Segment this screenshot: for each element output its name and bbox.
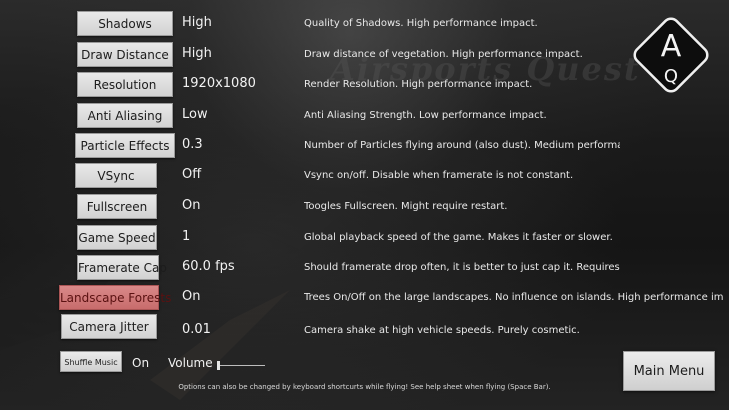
fullscreen-description: Toogles Fullscreen. Might require restar… <box>304 201 508 212</box>
shadows-button[interactable]: Shadows <box>77 11 173 36</box>
option-row-vsync: VSync Off Vsync on/off. Disable when fra… <box>0 163 729 193</box>
landscape-forests-button[interactable]: Landscape Forests <box>59 285 171 310</box>
anti-aliasing-value: Low <box>182 107 208 122</box>
resolution-value: 1920x1080 <box>182 76 256 91</box>
draw-distance-value: High <box>182 46 212 61</box>
resolution-description: Render Resolution. High performance impa… <box>304 79 533 90</box>
shadows-value: High <box>182 15 212 30</box>
framerate-cap-value: 60.0 fps <box>182 259 235 274</box>
landscape-forests-value: On <box>182 289 201 304</box>
particle-effects-description: Number of Particles flying around (also … <box>304 140 620 151</box>
option-row-fullscreen: Fullscreen On Toogles Fullscreen. Might … <box>0 194 729 224</box>
option-row-particle-effects: Particle Effects 0.3 Number of Particles… <box>0 133 729 163</box>
landscape-forests-description: Trees On/Off on the large landscapes. No… <box>304 292 724 303</box>
shuffle-music-value: On <box>132 356 150 370</box>
option-row-draw-distance: Draw Distance High Draw distance of vege… <box>0 42 729 72</box>
vsync-value: Off <box>182 167 202 182</box>
resolution-button[interactable]: Resolution <box>77 72 173 97</box>
draw-distance-description: Draw distance of vegetation. High perfor… <box>304 49 583 60</box>
vsync-description: Vsync on/off. Disable when framerate is … <box>304 170 574 181</box>
option-row-anti-aliasing: Anti Aliasing Low Anti Aliasing Strength… <box>0 103 729 133</box>
fullscreen-button[interactable]: Fullscreen <box>77 194 157 219</box>
option-row-landscape-forests: Landscape Forests On Trees On/Off on the… <box>0 285 729 315</box>
particle-effects-button[interactable]: Particle Effects <box>75 133 175 158</box>
option-row-shadows: Shadows High Quality of Shadows. High pe… <box>0 11 729 41</box>
shadows-description: Quality of Shadows. High performance imp… <box>304 18 538 29</box>
shuffle-music-button[interactable]: Shuffle Music <box>60 351 122 372</box>
anti-aliasing-description: Anti Aliasing Strength. Low performance … <box>304 110 547 121</box>
game-speed-value: 1 <box>182 229 191 244</box>
volume-label: Volume <box>168 356 213 370</box>
draw-distance-button[interactable]: Draw Distance <box>77 42 173 67</box>
camera-jitter-description: Camera shake at high vehicle speeds. Pur… <box>304 325 580 336</box>
option-row-framerate-cap: Framerate Cap 60.0 fps Should framerate … <box>0 255 729 285</box>
vsync-button[interactable]: VSync <box>75 163 157 188</box>
game-speed-description: Global playback speed of the game. Makes… <box>304 232 613 243</box>
camera-jitter-button[interactable]: Camera Jitter <box>61 314 157 339</box>
fullscreen-value: On <box>182 198 201 213</box>
option-row-resolution: Resolution 1920x1080 Render Resolution. … <box>0 72 729 102</box>
framerate-cap-button[interactable]: Framerate Cap <box>77 255 167 280</box>
anti-aliasing-button[interactable]: Anti Aliasing <box>77 103 173 128</box>
keyboard-shortcut-hint: Options can also be changed by keyboard … <box>178 383 551 391</box>
framerate-cap-description: Should framerate drop often, it is bette… <box>304 262 620 273</box>
particle-effects-value: 0.3 <box>182 137 203 152</box>
volume-slider-track[interactable] <box>217 365 265 366</box>
game-speed-button[interactable]: Game Speed <box>77 225 157 250</box>
volume-slider-handle[interactable] <box>217 361 220 370</box>
option-row-game-speed: Game Speed 1 Global playback speed of th… <box>0 225 729 255</box>
camera-jitter-value: 0.01 <box>182 322 211 337</box>
option-row-camera-jitter: Camera Jitter 0.01 Camera shake at high … <box>0 314 729 344</box>
